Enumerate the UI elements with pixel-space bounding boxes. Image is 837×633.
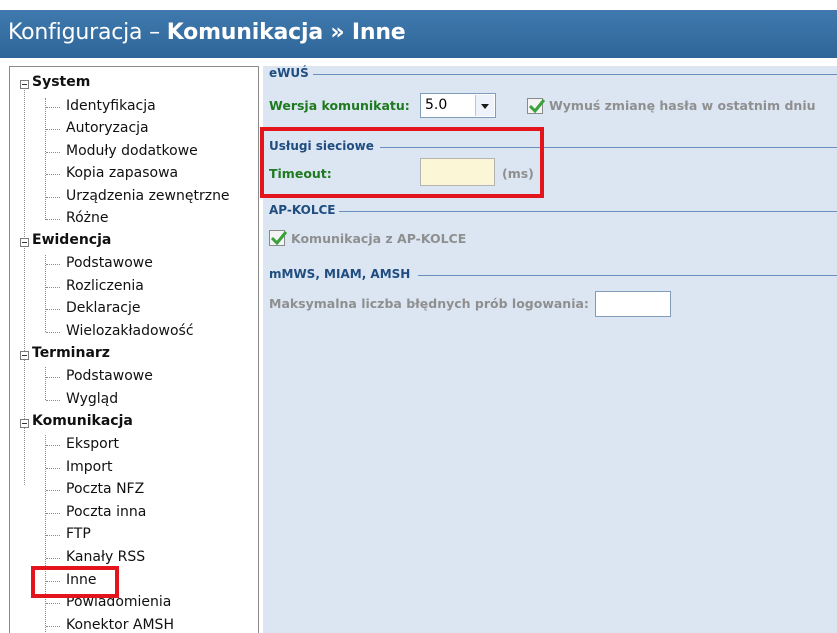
tree-group-ewidencja[interactable]: Ewidencja <box>32 232 111 248</box>
force-password-change-checkbox[interactable] <box>527 98 546 114</box>
highlight-box-network <box>260 127 544 198</box>
tree-item-konektor-amsh[interactable]: Konektor AMSH <box>66 617 174 633</box>
tree-item-rozne[interactable]: Różne <box>66 210 109 226</box>
tree-item-identyfikacja[interactable]: Identyfikacja <box>66 98 156 114</box>
navigation-tree: System Identyfikacja Autoryzacja Moduły … <box>9 66 259 633</box>
max-attempts-input[interactable] <box>595 291 671 317</box>
tree-item-deklaracje[interactable]: Deklaracje <box>66 300 141 316</box>
title-current-section: Komunikacja » Inne <box>166 20 406 45</box>
tree-item-import[interactable]: Import <box>66 459 112 475</box>
tree-item-moduly-dodatkowe[interactable]: Moduły dodatkowe <box>66 143 198 159</box>
tree-item-kopia-zapasowa[interactable]: Kopia zapasowa <box>66 165 178 181</box>
collapse-toggle-ewidencja[interactable] <box>20 238 29 247</box>
max-attempts-label: Maksymalna liczba błędnych prób logowani… <box>269 296 589 311</box>
apkolce-checkbox[interactable] <box>269 230 288 246</box>
tree-item-poczta-inna[interactable]: Poczta inna <box>66 504 146 520</box>
checkmark-icon <box>528 99 546 114</box>
version-value: 5.0 <box>425 97 448 113</box>
tree-item-poczta-nfz[interactable]: Poczta NFZ <box>66 481 144 497</box>
tree-group-komunikacja[interactable]: Komunikacja <box>32 413 133 429</box>
tree-item-ftp[interactable]: FTP <box>66 526 91 542</box>
collapse-toggle-system[interactable] <box>20 80 29 89</box>
tree-item-eksport[interactable]: Eksport <box>66 436 119 452</box>
tree-group-terminarz[interactable]: Terminarz <box>32 345 110 361</box>
chevron-down-icon[interactable] <box>475 95 494 116</box>
version-select[interactable]: 5.0 <box>420 93 496 118</box>
version-label: Wersja komunikatu: <box>269 98 410 113</box>
tree-item-wielozakladowosc[interactable]: Wielozakładowość <box>66 323 194 339</box>
checkmark-icon <box>270 231 288 246</box>
tree-item-autoryzacja[interactable]: Autoryzacja <box>66 120 149 136</box>
section-title-mmws: mMWS, MIAM, AMSH <box>269 267 415 281</box>
window-header: Konfiguracja – Komunikacja » Inne <box>0 10 837 58</box>
title-prefix: Konfiguracja – <box>8 20 167 45</box>
tree-item-urzadzenia-zewnetrzne[interactable]: Urządzenia zewnętrzne <box>66 188 230 204</box>
section-title-ewus: eWUŚ <box>269 66 313 80</box>
force-password-change-label: Wymuś zmianę hasła w ostatnim dniu <box>549 98 816 113</box>
tree-item-wyglad[interactable]: Wygląd <box>66 391 118 407</box>
tree-item-podstawowe[interactable]: Podstawowe <box>66 255 153 271</box>
page-title: Konfiguracja – Komunikacja » Inne <box>8 20 406 45</box>
highlight-box-inne <box>31 566 119 598</box>
tree-item-kanaly-rss[interactable]: Kanały RSS <box>66 549 145 565</box>
tree-group-system[interactable]: System <box>32 74 90 90</box>
tree-item-terminarz-podstawowe[interactable]: Podstawowe <box>66 368 153 384</box>
tree-item-rozliczenia[interactable]: Rozliczenia <box>66 278 144 294</box>
collapse-toggle-terminarz[interactable] <box>20 351 29 360</box>
section-title-apkolce: AP-KOLCE <box>269 203 340 217</box>
collapse-toggle-komunikacja[interactable] <box>20 419 29 428</box>
apkolce-label: Komunikacja z AP-KOLCE <box>291 231 467 246</box>
